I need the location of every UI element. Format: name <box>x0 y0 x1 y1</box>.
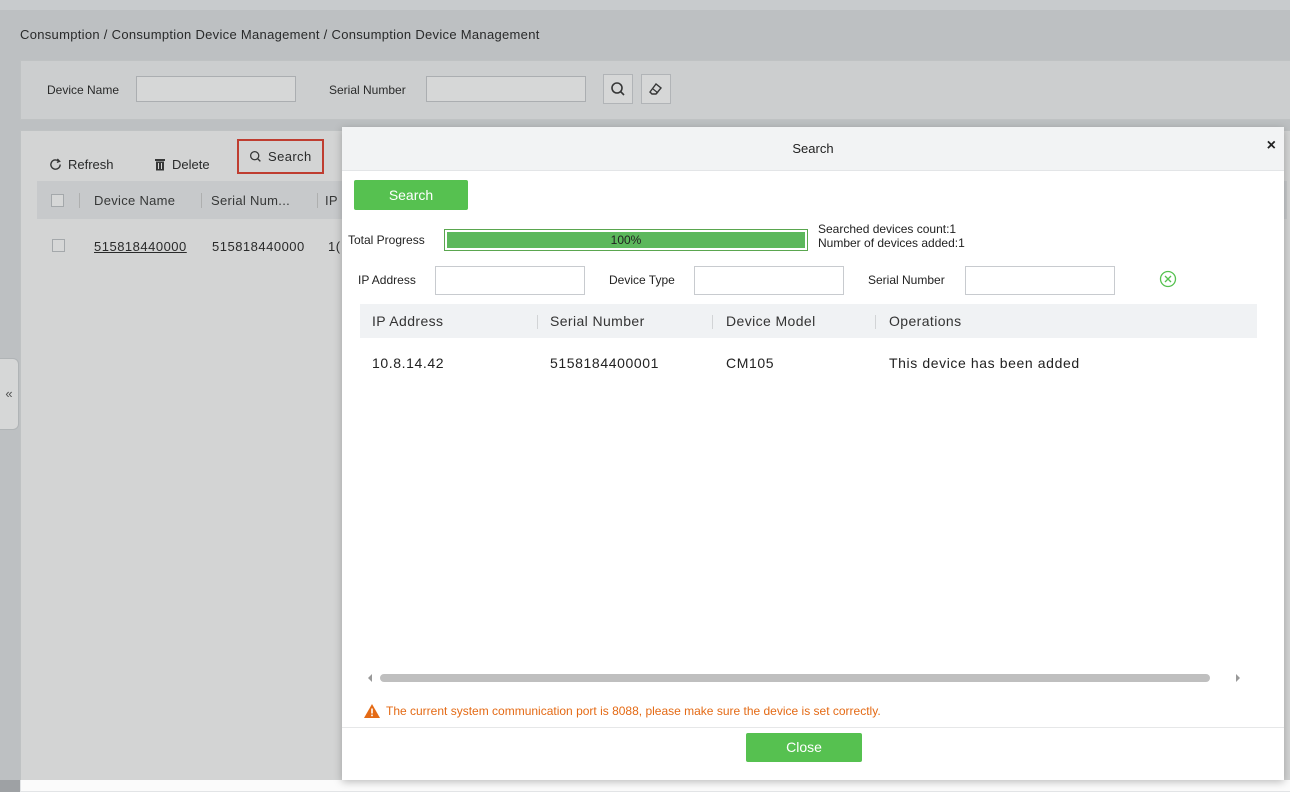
start-search-button[interactable]: Search <box>354 180 468 210</box>
column-serial-number[interactable]: Serial Number <box>550 313 645 329</box>
result-model-cell: CM105 <box>726 355 775 371</box>
dialog-title: Search <box>792 141 834 156</box>
progress-text: 100% <box>610 233 642 247</box>
clear-circle-icon[interactable] <box>1159 270 1177 288</box>
warning-triangle-icon <box>364 704 380 718</box>
result-ip-cell: 10.8.14.42 <box>372 355 445 371</box>
column-separator <box>712 315 713 329</box>
search-dialog: Search × Search Total Progress 100% Sear… <box>342 127 1284 780</box>
dialog-header: Search × <box>342 127 1284 171</box>
device-type-input[interactable] <box>694 266 844 295</box>
close-button[interactable]: Close <box>746 733 862 762</box>
column-operations[interactable]: Operations <box>889 313 961 329</box>
progress-bar: 100% <box>444 229 808 251</box>
scroll-thumb[interactable] <box>380 674 1210 682</box>
serial-filter-label: Serial Number <box>868 273 945 287</box>
port-warning: The current system communication port is… <box>364 704 881 718</box>
column-device-model[interactable]: Device Model <box>726 313 816 329</box>
column-separator <box>537 315 538 329</box>
searched-count: Searched devices count:1 <box>818 222 957 236</box>
search-result-header: IP Address Serial Number Device Model Op… <box>360 304 1257 338</box>
added-count: Number of devices added:1 <box>818 236 965 250</box>
progress-fill: 100% <box>447 232 805 248</box>
warning-text: The current system communication port is… <box>386 704 881 718</box>
dialog-footer-divider <box>342 727 1284 728</box>
column-separator <box>875 315 876 329</box>
result-operation-cell: This device has been added <box>889 355 1080 371</box>
ip-filter-input[interactable] <box>435 266 585 295</box>
serial-filter-input[interactable] <box>965 266 1115 295</box>
close-icon[interactable]: × <box>1267 137 1276 155</box>
progress-label: Total Progress <box>348 233 425 247</box>
horizontal-scrollbar[interactable] <box>364 671 1244 685</box>
scroll-right-arrow[interactable] <box>1236 674 1240 682</box>
result-serial-cell: 5158184400001 <box>550 355 660 371</box>
scroll-left-arrow[interactable] <box>368 674 372 682</box>
column-ip-address[interactable]: IP Address <box>372 313 443 329</box>
ip-filter-label: IP Address <box>358 273 416 287</box>
device-type-label: Device Type <box>609 273 675 287</box>
